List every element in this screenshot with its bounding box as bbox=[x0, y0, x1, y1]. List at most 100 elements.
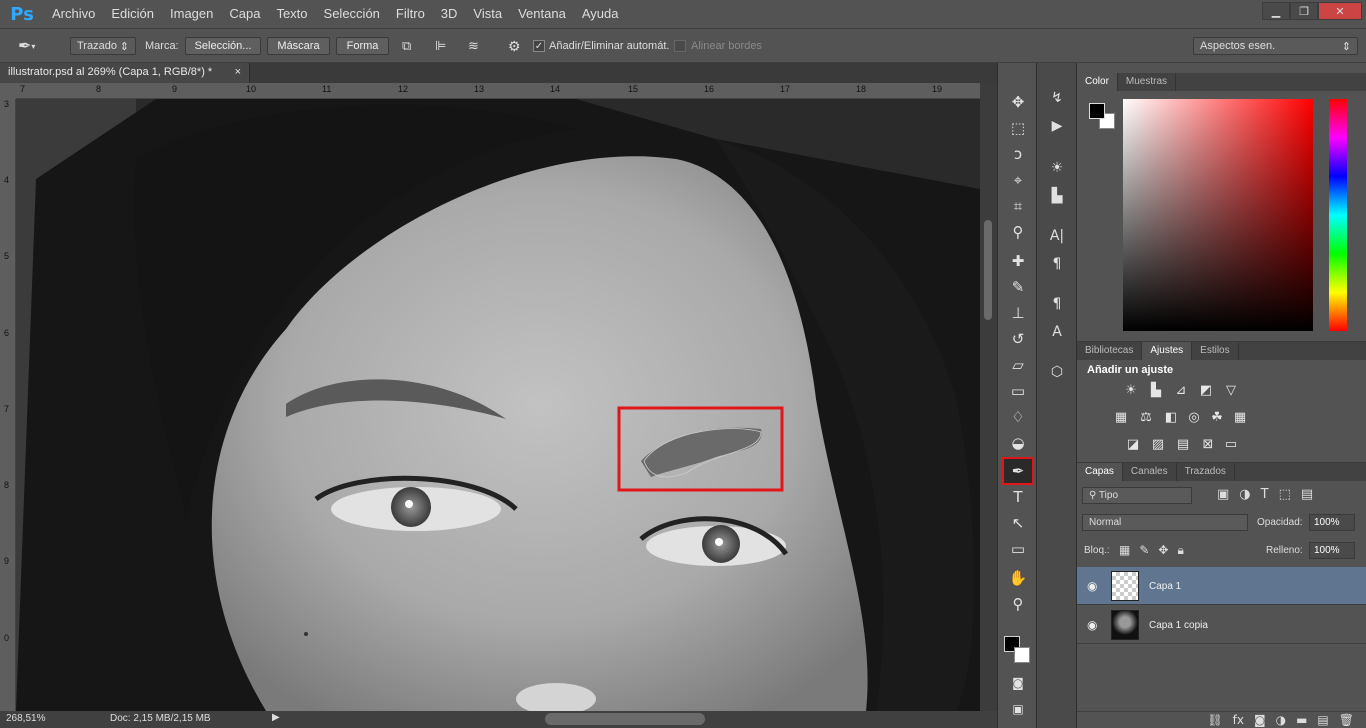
menu-ayuda[interactable]: Ayuda bbox=[574, 0, 627, 28]
gradient-map-icon[interactable]: ▭ bbox=[1222, 436, 1240, 452]
background-color-swatch[interactable] bbox=[1014, 647, 1030, 663]
path-operations-icon[interactable]: ⧉ bbox=[402, 37, 411, 55]
eraser-tool-icon[interactable]: ▱ bbox=[1004, 353, 1032, 377]
blend-mode-select[interactable]: Normal bbox=[1082, 514, 1248, 531]
color-balance-icon[interactable]: ⚖ bbox=[1137, 409, 1155, 425]
menu-3d[interactable]: 3D bbox=[433, 0, 466, 28]
screen-mode-icon[interactable]: ▣ bbox=[1004, 697, 1032, 721]
vertical-scroll-thumb[interactable] bbox=[984, 220, 992, 320]
adjust-filter-icon[interactable]: ◑ bbox=[1239, 487, 1250, 502]
type-tool-icon[interactable]: T bbox=[1004, 485, 1032, 509]
menu-vista[interactable]: Vista bbox=[465, 0, 510, 28]
mode-select[interactable]: Trazado ⇕ bbox=[70, 37, 136, 55]
close-window-button[interactable]: ✕ bbox=[1318, 2, 1362, 20]
character-icon[interactable]: A| bbox=[1045, 225, 1069, 247]
levels-icon[interactable]: ▙ bbox=[1147, 382, 1165, 398]
new-layer-icon[interactable]: ▤ bbox=[1317, 713, 1328, 727]
adjustment-icon[interactable]: ◑ bbox=[1276, 713, 1286, 727]
path-selection-tool-icon[interactable]: ↖ bbox=[1004, 511, 1032, 535]
smart-filter-icon[interactable]: ▤ bbox=[1301, 487, 1313, 502]
menu-archivo[interactable]: Archivo bbox=[44, 0, 103, 28]
fg-color-swatch[interactable] bbox=[1089, 103, 1105, 119]
history-icon[interactable]: ↯ bbox=[1045, 87, 1069, 109]
zoom-level[interactable]: 268,51% bbox=[6, 713, 45, 724]
character-styles-icon[interactable]: A bbox=[1045, 321, 1069, 343]
fx-icon[interactable]: fx bbox=[1233, 713, 1244, 727]
levels-icon[interactable]: ▙ bbox=[1045, 185, 1069, 207]
tab-ajustes[interactable]: Ajustes bbox=[1142, 342, 1193, 360]
lock-position-icon[interactable]: ✥ bbox=[1158, 543, 1168, 558]
minimize-button[interactable]: ▁ bbox=[1262, 2, 1290, 20]
posterize-icon[interactable]: ▨ bbox=[1149, 436, 1167, 452]
document-tab[interactable]: illustrator.psd al 269% (Capa 1, RGB/8*)… bbox=[0, 63, 250, 83]
curves-icon[interactable]: ⊿ bbox=[1172, 382, 1190, 398]
exposure-icon[interactable]: ◩ bbox=[1197, 382, 1215, 398]
hue-saturation-icon[interactable]: ▦ bbox=[1112, 409, 1130, 425]
quick-mask-icon[interactable]: ◙ bbox=[1004, 671, 1032, 695]
healing-brush-tool-icon[interactable]: ✚ bbox=[1004, 249, 1032, 273]
actions-play-icon[interactable]: ▶ bbox=[1045, 115, 1069, 137]
tab-capas[interactable]: Capas bbox=[1077, 463, 1123, 481]
fill-input[interactable]: 100% bbox=[1309, 542, 1355, 559]
black-white-icon[interactable]: ◧ bbox=[1162, 409, 1180, 425]
3d-icon[interactable]: ⬡ bbox=[1045, 361, 1069, 383]
mascara-button[interactable]: Máscara bbox=[267, 37, 330, 55]
restore-button[interactable]: ❐ bbox=[1290, 2, 1318, 20]
stamp-tool-icon[interactable]: ⊥ bbox=[1004, 301, 1032, 325]
folder-icon[interactable]: ▬ bbox=[1296, 713, 1307, 727]
menu-seleccion[interactable]: Selección bbox=[316, 0, 388, 28]
eye-icon[interactable]: ◉ bbox=[1087, 579, 1097, 593]
pen-tool-preset-icon[interactable]: ✒ ▾ bbox=[18, 37, 48, 55]
tab-muestras[interactable]: Muestras bbox=[1118, 73, 1177, 91]
eye-icon[interactable]: ◉ bbox=[1087, 618, 1097, 632]
rectangle-tool-icon[interactable]: ▭ bbox=[1004, 537, 1032, 561]
color-lookup-icon[interactable]: ▦ bbox=[1231, 409, 1249, 425]
horizontal-scroll-thumb[interactable] bbox=[545, 713, 705, 725]
photo-filter-icon[interactable]: ◎ bbox=[1185, 409, 1203, 425]
eyedropper-tool-icon[interactable]: ⚲ bbox=[1004, 220, 1032, 244]
lock-pixels-icon[interactable]: ✎ bbox=[1139, 543, 1149, 558]
text-filter-icon[interactable]: T bbox=[1261, 487, 1269, 502]
marquee-tool-icon[interactable]: ⬚ bbox=[1004, 116, 1032, 140]
auto-add-delete-checkbox[interactable]: ✓ Añadir/Eliminar automát. bbox=[533, 37, 669, 55]
menu-ventana[interactable]: Ventana bbox=[510, 0, 574, 28]
history-brush-tool-icon[interactable]: ↺ bbox=[1004, 327, 1032, 351]
mask-icon[interactable]: ◙ bbox=[1254, 713, 1266, 727]
blur-tool-icon[interactable]: ♢ bbox=[1004, 405, 1032, 429]
tab-color[interactable]: Color bbox=[1077, 73, 1118, 91]
lasso-tool-icon[interactable]: ↄ bbox=[1004, 142, 1032, 166]
path-arrangement-icon[interactable]: ≋ bbox=[468, 37, 479, 55]
crop-tool-icon[interactable]: ⌗ bbox=[1004, 194, 1032, 218]
layer-filter-select[interactable]: ⚲ Tipo bbox=[1082, 487, 1192, 504]
layer-row-capa-1-copia[interactable]: ◉ Capa 1 copia bbox=[1077, 606, 1366, 644]
lock-all-icon[interactable]: 🔒︎ bbox=[1177, 543, 1183, 558]
menu-edicion[interactable]: Edición bbox=[103, 0, 162, 28]
quick-select-tool-icon[interactable]: ⌖ bbox=[1004, 168, 1032, 192]
workspace-select[interactable]: Aspectos esen. ⇕ bbox=[1193, 37, 1358, 55]
path-alignment-icon[interactable]: ⊫ bbox=[435, 37, 446, 55]
dodge-tool-icon[interactable]: ◒ bbox=[1004, 431, 1032, 455]
close-icon[interactable]: × bbox=[235, 66, 241, 78]
gear-icon[interactable]: ⚙ bbox=[508, 37, 521, 55]
zoom-tool-icon[interactable]: ⚲ bbox=[1004, 592, 1032, 616]
brightness-contrast-icon[interactable]: ☀ bbox=[1122, 382, 1140, 398]
vibrance-icon[interactable]: ▽ bbox=[1222, 382, 1240, 398]
brush-tool-icon[interactable]: ✎ bbox=[1004, 275, 1032, 299]
lock-transparency-icon[interactable]: ▦ bbox=[1119, 543, 1130, 558]
document-canvas[interactable] bbox=[16, 99, 980, 711]
channel-mixer-icon[interactable]: ☘ bbox=[1208, 409, 1226, 425]
menu-imagen[interactable]: Imagen bbox=[162, 0, 221, 28]
layer-row-capa-1[interactable]: ◉ Capa 1 bbox=[1077, 567, 1366, 605]
trash-icon[interactable]: 🗑︎ bbox=[1339, 713, 1354, 727]
hue-slider[interactable] bbox=[1329, 99, 1347, 331]
opacity-input[interactable]: 100% bbox=[1309, 514, 1355, 531]
gradient-tool-icon[interactable]: ▭ bbox=[1004, 379, 1032, 403]
tab-canales[interactable]: Canales bbox=[1123, 463, 1177, 481]
brightness-icon[interactable]: ☀ bbox=[1045, 157, 1069, 179]
menu-filtro[interactable]: Filtro bbox=[388, 0, 433, 28]
move-tool-icon[interactable]: ✥ bbox=[1004, 90, 1032, 114]
threshold-icon[interactable]: ▤ bbox=[1174, 436, 1192, 452]
play-icon[interactable]: ▶ bbox=[272, 712, 280, 723]
invert-icon[interactable]: ◪ bbox=[1124, 436, 1142, 452]
tab-bibliotecas[interactable]: Bibliotecas bbox=[1077, 342, 1143, 360]
